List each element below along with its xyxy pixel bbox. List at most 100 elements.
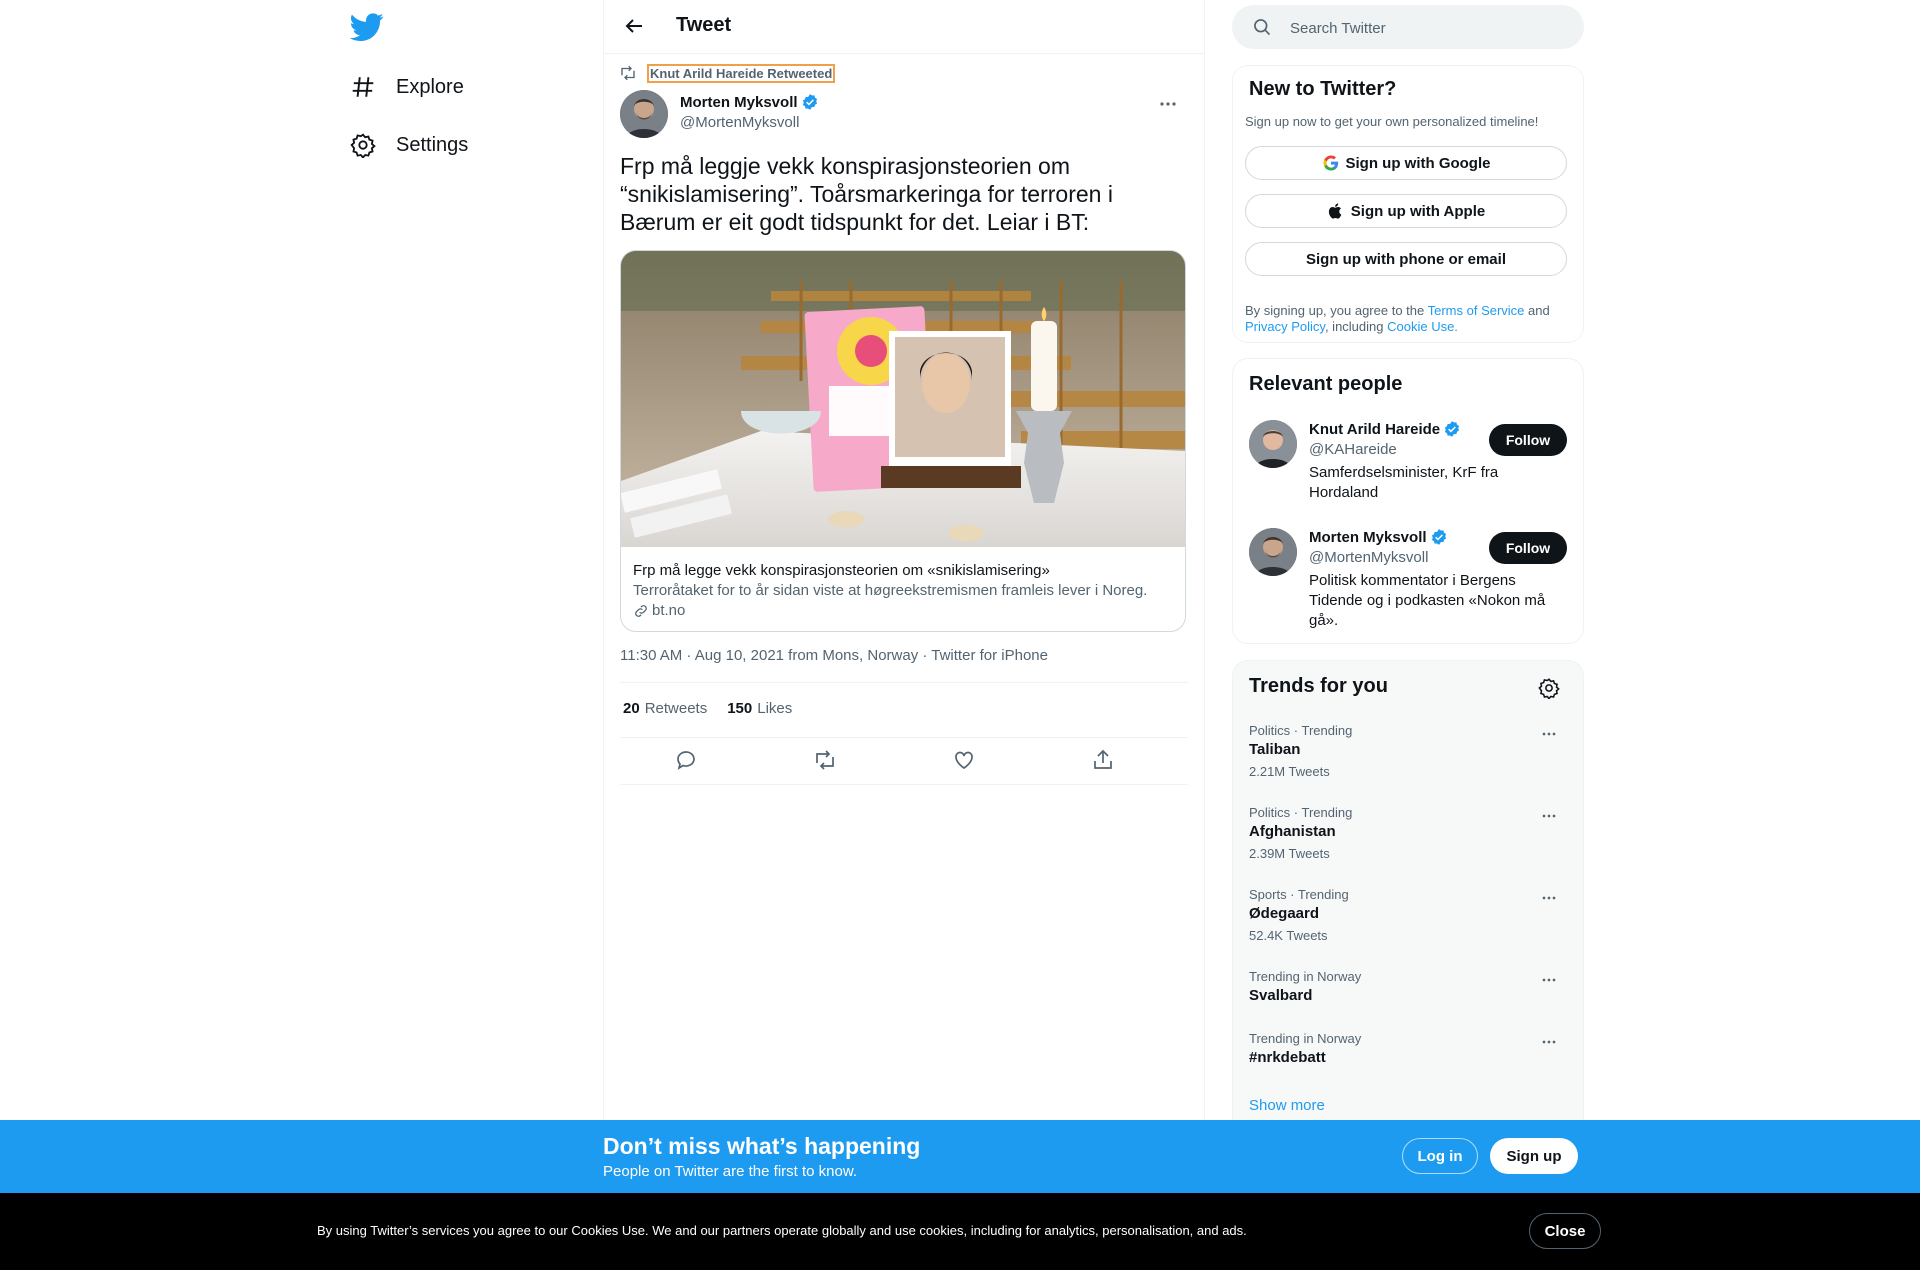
author-handle[interactable]: @MortenMyksvoll <box>680 114 799 131</box>
privacy-link[interactable]: Privacy Policy <box>1245 319 1325 334</box>
trend-name[interactable]: #nrkdebatt <box>1249 1049 1326 1066</box>
search-icon <box>1252 17 1272 37</box>
page-header: Tweet <box>604 0 1204 54</box>
signup-apple-button[interactable]: Sign up with Apple <box>1245 194 1567 228</box>
search-box[interactable] <box>1232 5 1584 51</box>
signup-phone-email-button[interactable]: Sign up with phone or email <box>1245 242 1567 276</box>
trend-category: Politics · Trending <box>1249 805 1353 820</box>
new-to-twitter-panel: New to Twitter? Sign up now to get your … <box>1232 65 1584 343</box>
person-bio: Samferdselsminister, KrF fra Hordaland <box>1309 464 1499 501</box>
person-avatar[interactable] <box>1249 420 1297 468</box>
panel-title: New to Twitter? <box>1249 78 1397 100</box>
nav-explore[interactable]: Explore <box>350 62 464 112</box>
signup-subtitle: Sign up now to get your own personalized… <box>1245 114 1539 129</box>
gear-icon <box>350 132 376 158</box>
signup-google-button[interactable]: Sign up with Google <box>1245 146 1567 180</box>
follow-button[interactable]: Follow <box>1489 532 1567 564</box>
cookie-link[interactable]: Cookie Use. <box>1387 319 1458 334</box>
more-options-icon[interactable] <box>1539 970 1559 990</box>
twitter-bird-icon[interactable] <box>350 10 384 44</box>
retweet-action-icon[interactable] <box>813 748 837 772</box>
person-handle[interactable]: @KAHareide <box>1309 441 1397 458</box>
likes-label[interactable]: Likes <box>757 700 792 717</box>
link-card[interactable]: Frp må legge vekk konspirasjonsteorien o… <box>620 250 1186 632</box>
cookie-text: By using Twitter’s services you agree to… <box>317 1223 1247 1238</box>
page-title: Tweet <box>676 14 732 36</box>
likes-count[interactable]: 150 <box>727 700 752 717</box>
trend-name[interactable]: Taliban <box>1249 741 1300 758</box>
trend-name[interactable]: Svalbard <box>1249 987 1312 1004</box>
back-arrow-icon[interactable] <box>622 14 646 38</box>
person-bio: Politisk kommentator i Bergens Tidende o… <box>1309 572 1546 629</box>
legal-text: , including <box>1324 319 1388 334</box>
retweets-count[interactable]: 20 <box>623 700 640 717</box>
nav-explore-label: Explore <box>396 75 464 98</box>
card-title: Frp må legge vekk konspirasjonsteorien o… <box>633 562 1050 579</box>
signup-phone-label: Sign up with phone or email <box>1305 250 1506 268</box>
main-column: Tweet Knut Arild Hareide Retweeted Morte… <box>603 0 1205 1120</box>
nav-settings[interactable]: Settings <box>350 120 468 170</box>
like-icon[interactable] <box>952 748 976 772</box>
more-options-icon[interactable] <box>1539 806 1559 826</box>
retweets-label[interactable]: Retweets <box>645 700 708 717</box>
trend-name[interactable]: Ødegaard <box>1249 905 1319 922</box>
retweet-icon <box>619 64 637 82</box>
person-name-text: Knut Arild Hareide <box>1309 420 1441 438</box>
card-description: Terroråtaket for to år sidan viste at hø… <box>633 582 1148 599</box>
trend-category: Politics · Trending <box>1249 723 1353 738</box>
legal-text: and <box>1524 303 1550 318</box>
verified-badge-icon <box>801 93 819 111</box>
signup-button[interactable]: Sign up <box>1490 1138 1578 1174</box>
relevant-people-panel: Relevant people Knut Arild Hareide @KAHa… <box>1232 358 1584 644</box>
gear-icon[interactable] <box>1538 677 1560 699</box>
close-button[interactable]: Close <box>1529 1213 1601 1249</box>
show-more-link[interactable]: Show more <box>1249 1097 1325 1114</box>
cookie-bar: By using Twitter’s services you agree to… <box>0 1193 1920 1270</box>
google-icon <box>1322 154 1340 172</box>
link-icon <box>633 603 649 619</box>
trends-panel: Trends for you Politics · Trending Talib… <box>1232 660 1584 1121</box>
panel-title: Relevant people <box>1249 373 1403 395</box>
trend-count: 2.21M Tweets <box>1249 764 1330 779</box>
verified-badge-icon <box>1443 420 1461 438</box>
person-name[interactable]: Morten Myksvoll <box>1309 528 1448 546</box>
person-handle[interactable]: @MortenMyksvoll <box>1309 549 1428 566</box>
tweet-meta[interactable]: 11:30 AM · Aug 10, 2021 from Mons, Norwa… <box>620 647 1048 664</box>
trend-category: Trending in Norway <box>1249 969 1362 984</box>
reply-icon[interactable] <box>674 748 698 772</box>
card-image <box>621 251 1185 547</box>
retweeted-by-link[interactable]: Knut Arild Hareide Retweeted <box>646 63 836 83</box>
more-options-icon[interactable] <box>1156 92 1180 116</box>
nav-settings-label: Settings <box>396 133 469 156</box>
tweet-text: Frp må leggje vekk konspirasjonsteorien … <box>620 153 1113 235</box>
trend-name[interactable]: Afghanistan <box>1249 823 1336 840</box>
retweet-context: Knut Arild Hareide Retweeted <box>619 63 836 83</box>
share-icon[interactable] <box>1091 748 1115 772</box>
trend-category: Trending in Norway <box>1249 1031 1362 1046</box>
card-body: Frp må legge vekk konspirasjonsteorien o… <box>633 561 1173 621</box>
login-button[interactable]: Log in <box>1402 1138 1478 1174</box>
author-avatar[interactable] <box>620 90 668 138</box>
terms-link[interactable]: Terms of Service <box>1428 303 1525 318</box>
tweet-stats: 20 Retweets 150 Likes <box>623 700 812 717</box>
signup-legal-text: By signing up, you agree to the Terms of… <box>1245 303 1575 335</box>
more-options-icon[interactable] <box>1539 724 1559 744</box>
search-input[interactable] <box>1288 5 1572 51</box>
card-domain: bt.no <box>633 601 1173 621</box>
more-options-icon[interactable] <box>1539 888 1559 908</box>
trend-category: Sports · Trending <box>1249 887 1349 902</box>
card-domain-text: bt.no <box>652 602 686 619</box>
legal-text: By signing up, you agree to the <box>1245 303 1428 318</box>
apple-icon <box>1327 202 1345 220</box>
author-name[interactable]: Morten Myksvoll <box>680 93 819 111</box>
person-name[interactable]: Knut Arild Hareide <box>1309 420 1461 438</box>
more-options-icon[interactable] <box>1539 1032 1559 1052</box>
signup-banner: Don’t miss what’s happening People on Tw… <box>0 1120 1920 1193</box>
person-name-text: Morten Myksvoll <box>1309 528 1427 546</box>
follow-button[interactable]: Follow <box>1489 424 1567 456</box>
signup-apple-label: Sign up with Apple <box>1350 202 1486 220</box>
panel-title: Trends for you <box>1249 675 1388 697</box>
hashtag-icon <box>350 74 376 100</box>
verified-badge-icon <box>1430 528 1448 546</box>
person-avatar[interactable] <box>1249 528 1297 576</box>
